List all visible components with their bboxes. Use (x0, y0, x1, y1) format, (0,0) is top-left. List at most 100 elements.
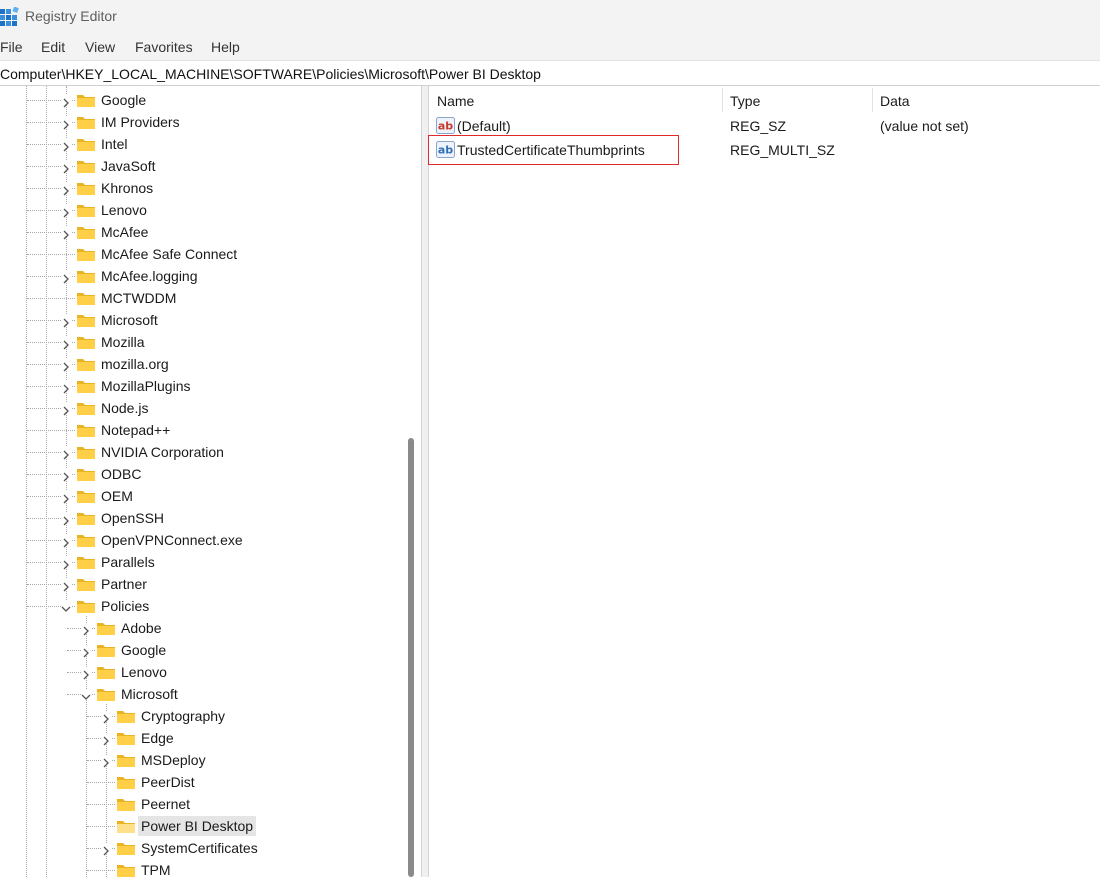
tree-item[interactable]: Intel (0, 133, 421, 155)
chevron-right-icon[interactable] (61, 117, 71, 130)
tree-item-label[interactable]: Adobe (118, 618, 164, 638)
tree-item-label[interactable]: Policies (98, 596, 152, 616)
chevron-right-icon[interactable] (61, 359, 71, 372)
chevron-right-icon[interactable] (61, 95, 71, 108)
tree-item-label[interactable]: OpenSSH (98, 508, 167, 528)
menu-favorites[interactable]: Favorites (135, 39, 193, 55)
chevron-right-icon[interactable] (81, 645, 91, 658)
chevron-right-icon[interactable] (61, 139, 71, 152)
menu-help[interactable]: Help (211, 39, 240, 55)
pane-splitter[interactable] (421, 86, 429, 877)
tree-item-label[interactable]: McAfee (98, 222, 151, 242)
chevron-right-icon[interactable] (61, 315, 71, 328)
tree-item-label[interactable]: Khronos (98, 178, 156, 198)
tree-item-label[interactable]: ODBC (98, 464, 144, 484)
tree-item[interactable]: OpenVPNConnect.exe (0, 529, 421, 551)
tree-item[interactable]: Policies (0, 595, 421, 617)
tree-item[interactable]: Google (0, 89, 421, 111)
chevron-right-icon[interactable] (61, 205, 71, 218)
chevron-right-icon[interactable] (61, 227, 71, 240)
tree-item[interactable]: Microsoft (0, 683, 421, 705)
tree-item-label[interactable]: McAfee.logging (98, 266, 201, 286)
column-header-type[interactable]: Type (730, 86, 760, 114)
tree-scrollbar-thumb[interactable] (408, 438, 414, 877)
tree-item[interactable]: IM Providers (0, 111, 421, 133)
tree-item[interactable]: MSDeploy (0, 749, 421, 771)
chevron-right-icon[interactable] (61, 491, 71, 504)
chevron-down-icon[interactable] (81, 689, 91, 700)
tree-item[interactable]: Power BI Desktop (0, 815, 421, 837)
tree-item[interactable]: SystemCertificates (0, 837, 421, 859)
chevron-right-icon[interactable] (101, 843, 111, 856)
tree-item[interactable]: Mozilla (0, 331, 421, 353)
chevron-right-icon[interactable] (61, 579, 71, 592)
address-bar[interactable]: Computer\HKEY_LOCAL_MACHINE\SOFTWARE\Pol… (0, 60, 1100, 86)
tree-item-label[interactable]: Google (98, 90, 149, 110)
chevron-right-icon[interactable] (61, 161, 71, 174)
tree-item-label[interactable]: mozilla.org (98, 354, 172, 374)
tree-item-label[interactable]: NVIDIA Corporation (98, 442, 227, 462)
tree-item[interactable]: Edge (0, 727, 421, 749)
tree-item-label[interactable]: OEM (98, 486, 136, 506)
values-pane[interactable]: Name Type Data ab (Default) REG_SZ (value n… (429, 86, 1100, 877)
tree-item[interactable]: OpenSSH (0, 507, 421, 529)
column-divider[interactable] (722, 88, 723, 112)
tree-item-label[interactable]: MSDeploy (138, 750, 209, 770)
tree-item-label[interactable]: Mozilla (98, 332, 148, 352)
tree-item[interactable]: NVIDIA Corporation (0, 441, 421, 463)
tree-item[interactable]: Cryptography (0, 705, 421, 727)
chevron-right-icon[interactable] (101, 733, 111, 746)
tree-item-label[interactable]: Parallels (98, 552, 158, 572)
tree-item-label[interactable]: Partner (98, 574, 150, 594)
column-header-data[interactable]: Data (880, 86, 910, 114)
tree-item[interactable]: Peernet (0, 793, 421, 815)
tree-item-label[interactable]: Intel (98, 134, 130, 154)
tree-item[interactable]: PeerDist (0, 771, 421, 793)
tree-item[interactable]: OEM (0, 485, 421, 507)
tree-item-label[interactable]: Power BI Desktop (138, 816, 257, 836)
tree-item-label[interactable]: MozillaPlugins (98, 376, 193, 396)
tree-item-label[interactable]: Edge (138, 728, 177, 748)
tree-item-label[interactable]: Microsoft (118, 684, 181, 704)
tree-item-label[interactable]: Cryptography (138, 706, 228, 726)
chevron-right-icon[interactable] (101, 755, 111, 768)
tree-item-label[interactable]: JavaSoft (98, 156, 158, 176)
chevron-right-icon[interactable] (61, 557, 71, 570)
chevron-right-icon[interactable] (61, 381, 71, 394)
tree-item-label[interactable]: SystemCertificates (138, 838, 261, 858)
tree-item-label[interactable]: Lenovo (118, 662, 170, 682)
menu-view[interactable]: View (85, 39, 115, 55)
tree-item[interactable]: McAfee.logging (0, 265, 421, 287)
tree-item-label[interactable]: IM Providers (98, 112, 183, 132)
tree-item[interactable]: Partner (0, 573, 421, 595)
tree-item-label[interactable]: McAfee Safe Connect (98, 244, 240, 264)
chevron-right-icon[interactable] (61, 513, 71, 526)
tree-item-label[interactable]: Notepad++ (98, 420, 173, 440)
tree-item-label[interactable]: OpenVPNConnect.exe (98, 530, 246, 550)
column-divider[interactable] (872, 88, 873, 112)
tree-item-label[interactable]: TPM (138, 860, 174, 877)
tree-item-label[interactable]: PeerDist (138, 772, 198, 792)
chevron-right-icon[interactable] (61, 183, 71, 196)
tree-item[interactable]: JavaSoft (0, 155, 421, 177)
tree-item[interactable]: MozillaPlugins (0, 375, 421, 397)
tree-item[interactable]: Microsoft (0, 309, 421, 331)
tree-item[interactable]: ODBC (0, 463, 421, 485)
column-header-name[interactable]: Name (437, 86, 474, 114)
chevron-right-icon[interactable] (81, 667, 91, 680)
menu-file[interactable]: File (0, 39, 23, 55)
chevron-down-icon[interactable] (61, 601, 71, 612)
tree-item[interactable]: Notepad++ (0, 419, 421, 441)
tree-item-label[interactable]: Google (118, 640, 169, 660)
tree-item[interactable]: Khronos (0, 177, 421, 199)
chevron-right-icon[interactable] (61, 469, 71, 482)
tree-item-label[interactable]: Peernet (138, 794, 193, 814)
tree-item[interactable]: Lenovo (0, 199, 421, 221)
tree-item[interactable]: Adobe (0, 617, 421, 639)
tree-item[interactable]: TPM (0, 859, 421, 877)
tree-item-label[interactable]: Node.js (98, 398, 151, 418)
tree-item[interactable]: McAfee (0, 221, 421, 243)
tree-item[interactable]: Parallels (0, 551, 421, 573)
address-path[interactable]: Computer\HKEY_LOCAL_MACHINE\SOFTWARE\Pol… (0, 66, 541, 82)
chevron-right-icon[interactable] (61, 271, 71, 284)
